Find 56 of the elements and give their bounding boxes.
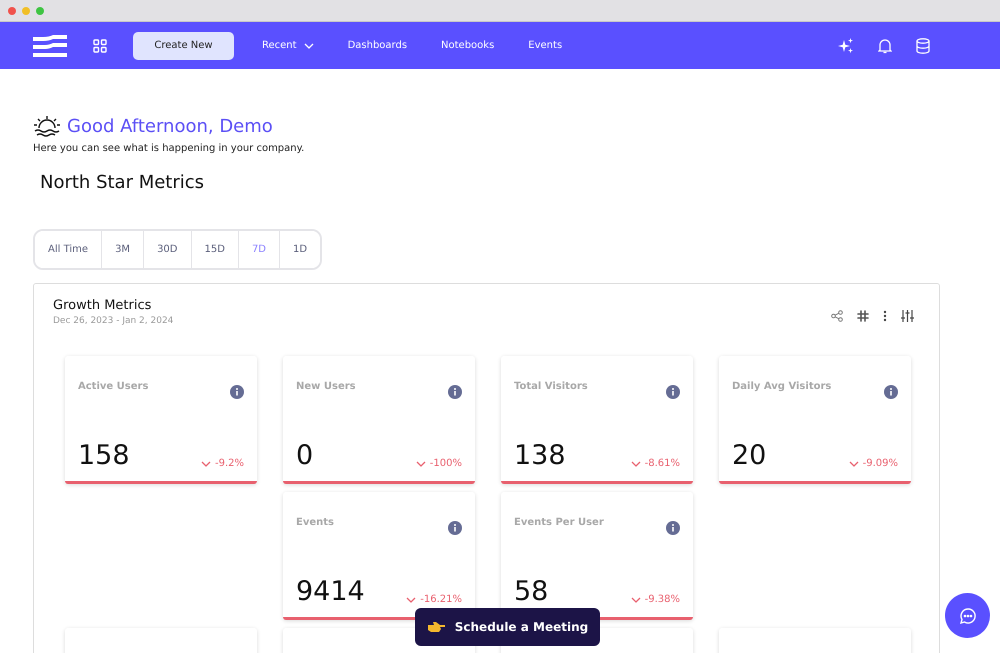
time-range-tab[interactable]: All Time <box>35 231 102 268</box>
metric-label: Events Per User <box>514 517 604 528</box>
down-chevron-icon <box>848 460 859 466</box>
nav-link[interactable]: Notebooks <box>441 40 494 51</box>
info-icon[interactable] <box>884 385 898 399</box>
schedule-meeting-button[interactable]: Schedule a Meeting <box>415 608 600 646</box>
chat-bubble-icon <box>958 606 976 624</box>
create-new-button[interactable]: Create New <box>133 32 234 60</box>
metric-label: New Users <box>296 381 356 392</box>
sparkles-icon[interactable] <box>838 38 854 54</box>
metric-value: 58 <box>514 578 548 605</box>
database-icon[interactable] <box>916 38 930 54</box>
share-icon[interactable] <box>831 310 843 322</box>
metric-label: Daily Avg Visitors <box>732 381 832 392</box>
metric-change: -9.2% <box>214 458 244 469</box>
close-window-icon[interactable] <box>8 6 16 14</box>
info-icon[interactable] <box>230 385 244 399</box>
metric-value: 20 <box>732 442 766 469</box>
greeting-subtitle: Here you can see what is happening in your company. <box>33 143 306 154</box>
info-icon[interactable] <box>448 521 462 535</box>
metric-value: 0 <box>296 442 314 469</box>
metric-value: 158 <box>78 442 130 469</box>
more-options-icon[interactable] <box>883 310 887 322</box>
pointing-hand-icon <box>426 621 445 633</box>
section-heading: North Star Metrics <box>40 172 206 193</box>
metric-value: 9414 <box>296 578 365 605</box>
info-icon[interactable] <box>666 521 680 535</box>
metric-label: Active Users <box>78 381 148 392</box>
metric-change: -100% <box>430 458 462 469</box>
caret-icon <box>304 42 314 48</box>
metric-value: 138 <box>514 442 566 469</box>
sunset-icon <box>33 115 61 137</box>
metric-change: -16.21% <box>420 594 462 605</box>
filter-sliders-icon[interactable] <box>901 310 914 322</box>
nav-link[interactable]: Events <box>528 40 562 51</box>
apps-grid-icon[interactable] <box>93 38 107 52</box>
greeting-heading: Good Afternoon, Demo <box>67 116 273 136</box>
metric-label: Events <box>296 517 334 528</box>
chat-button[interactable] <box>945 593 990 638</box>
logo-icon[interactable] <box>33 34 67 56</box>
metric-label: Total Visitors <box>514 381 588 392</box>
metric-change: -9.38% <box>644 594 680 605</box>
metric-change: -9.09% <box>862 458 898 469</box>
nav-link[interactable]: Dashboards <box>348 40 408 51</box>
down-chevron-icon <box>406 596 416 602</box>
recent-dropdown[interactable]: Recent <box>262 40 314 51</box>
down-chevron-icon <box>630 596 641 602</box>
down-chevron-icon <box>200 460 211 466</box>
info-icon[interactable] <box>666 385 680 399</box>
down-chevron-icon <box>416 460 426 466</box>
info-icon[interactable] <box>448 385 462 399</box>
panel-title: Growth Metrics <box>53 298 152 313</box>
date-range: Dec 26, 2023 - Jan 2, 2024 <box>53 316 174 326</box>
metric-change: -8.61% <box>644 458 680 469</box>
down-chevron-icon <box>630 460 641 466</box>
bell-icon[interactable] <box>878 38 892 54</box>
